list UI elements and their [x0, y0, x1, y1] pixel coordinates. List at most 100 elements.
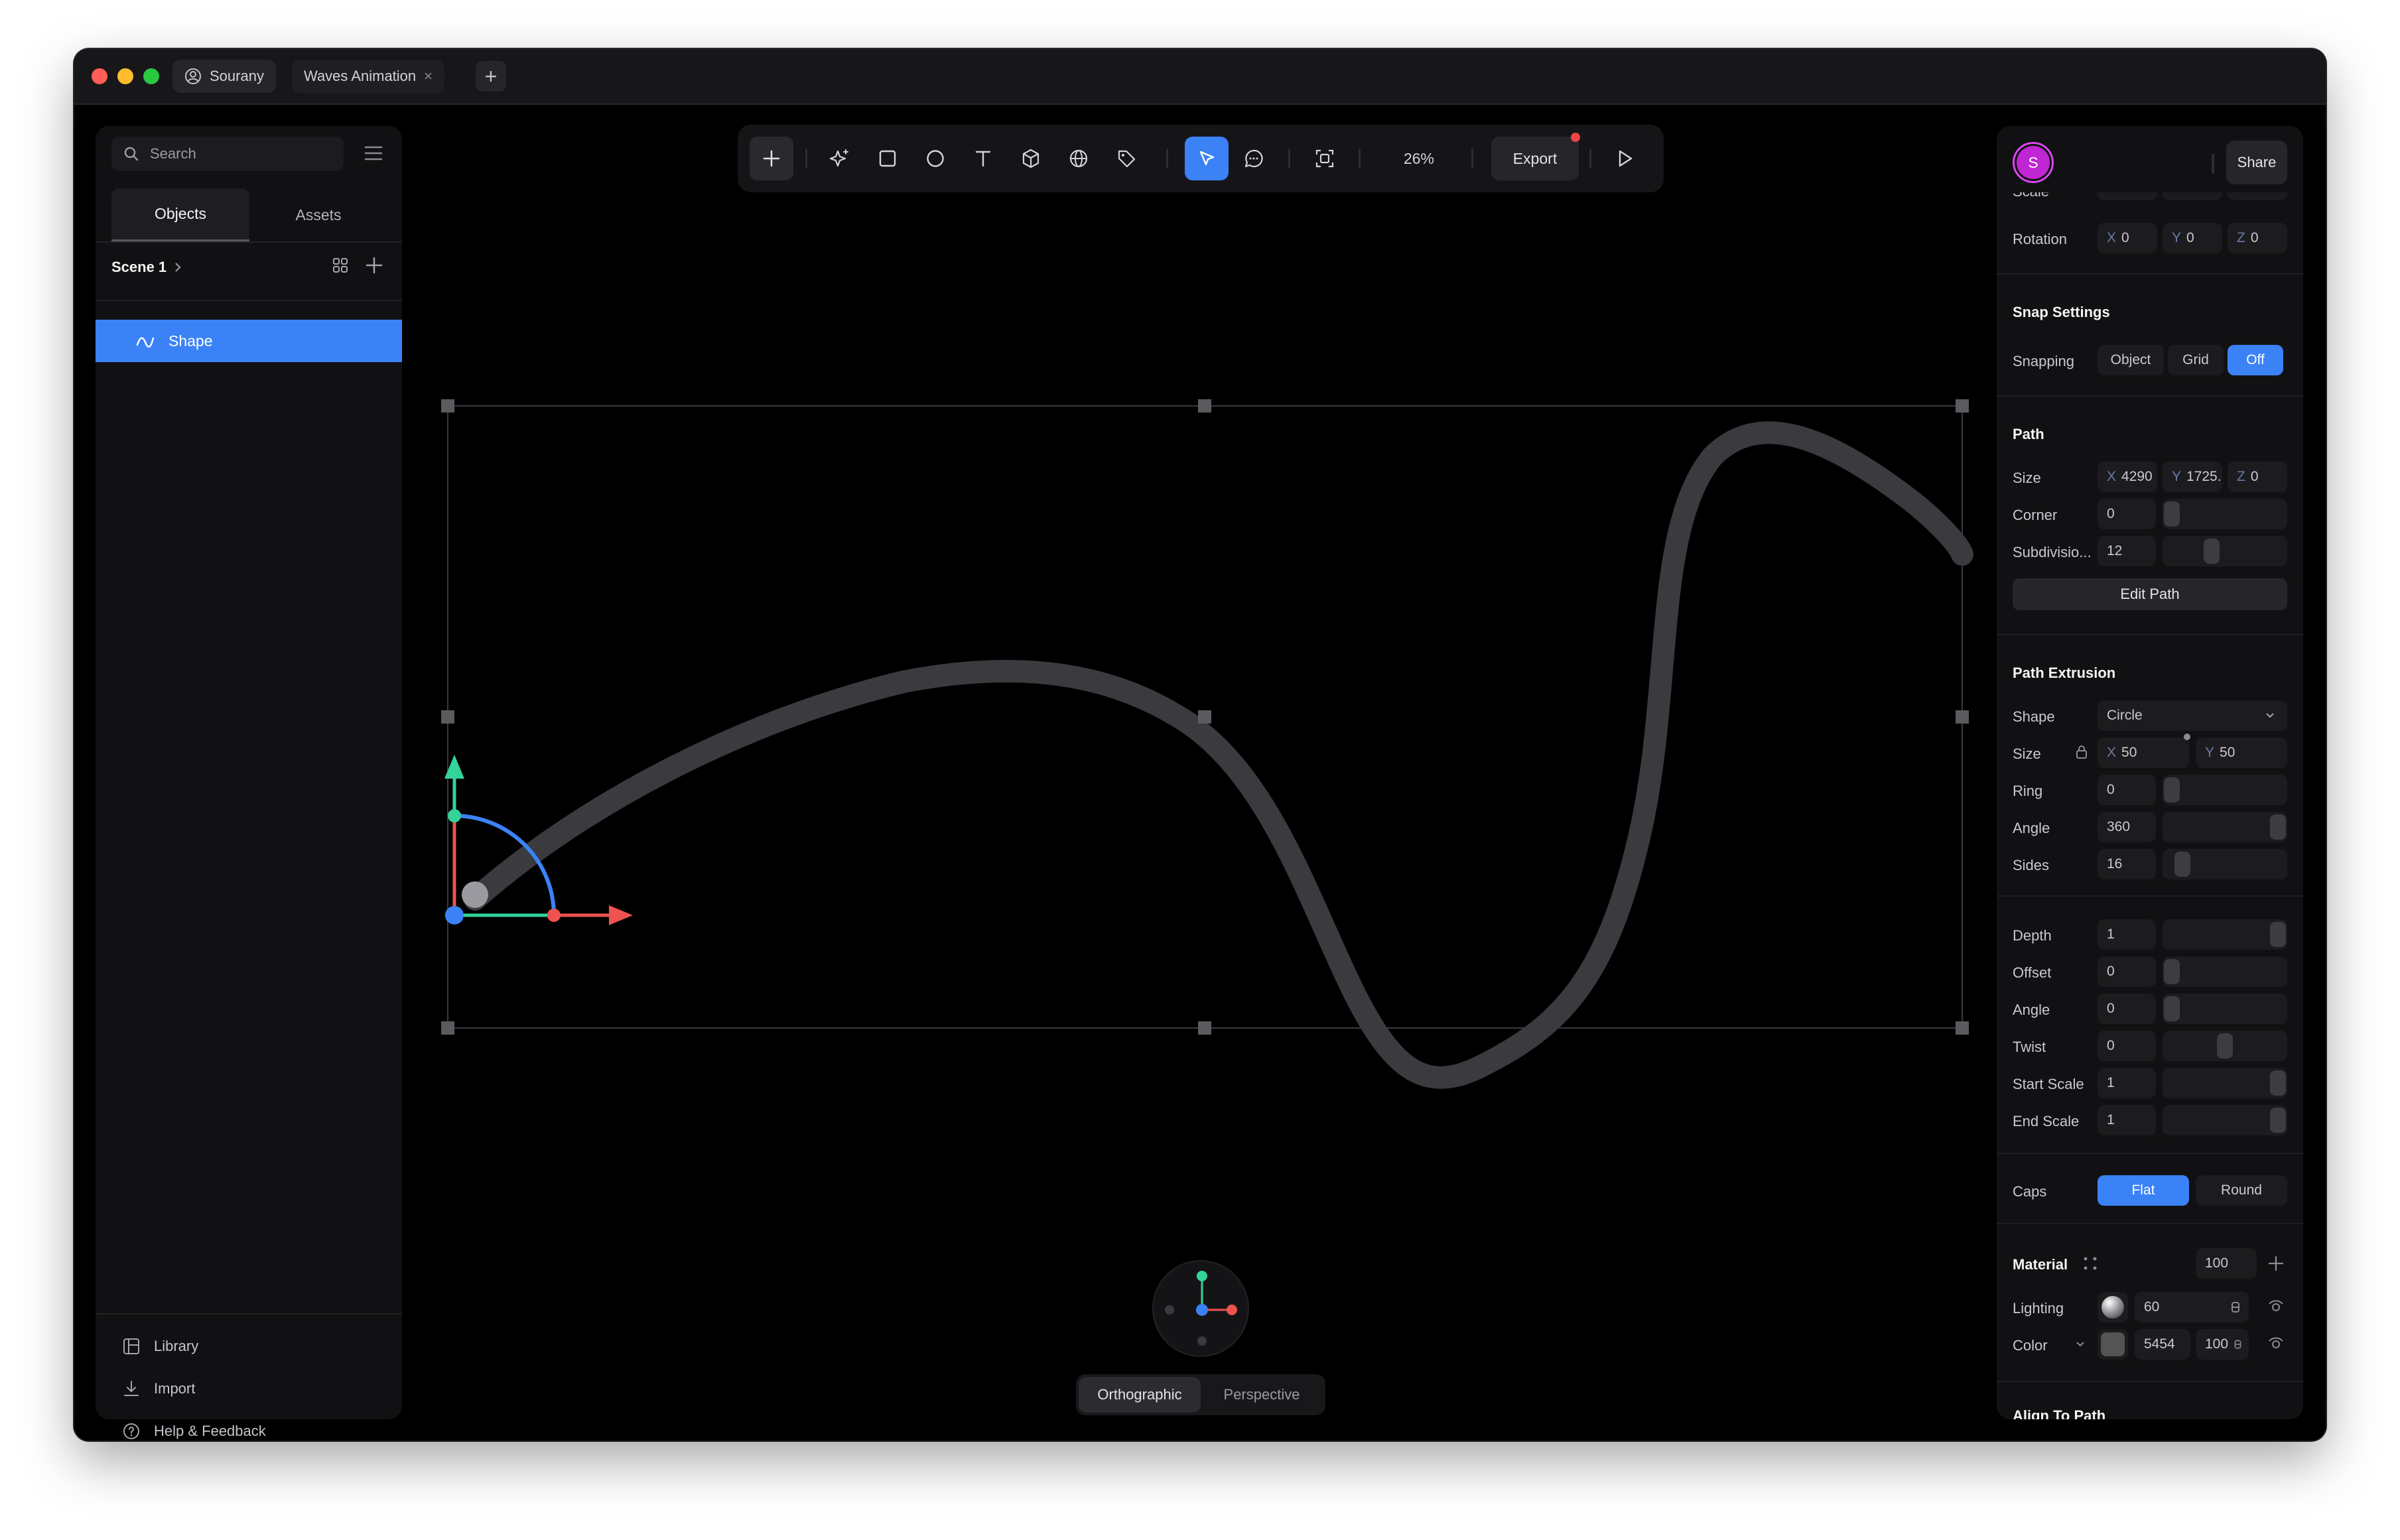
corner-slider[interactable] — [2163, 499, 2287, 529]
select-tool[interactable] — [1185, 137, 1229, 180]
add-button[interactable] — [750, 137, 793, 180]
offset-field[interactable]: 0 — [2098, 956, 2156, 987]
resize-handle[interactable] — [441, 1021, 454, 1035]
frame-tool[interactable] — [1303, 137, 1347, 180]
rectangle-tool[interactable] — [868, 137, 907, 180]
depth-slider[interactable] — [2163, 919, 2287, 950]
scale-z-field[interactable] — [2228, 192, 2287, 200]
resize-handle[interactable] — [441, 710, 454, 724]
color-hex-field[interactable]: 5454 — [2135, 1329, 2190, 1360]
subdivisions-field[interactable]: 12 — [2098, 536, 2156, 566]
ai-tool[interactable] — [820, 137, 860, 180]
end-scale-slider[interactable] — [2163, 1105, 2287, 1135]
slider-knob[interactable] — [2270, 1070, 2286, 1096]
snap-grid-button[interactable]: Grid — [2168, 345, 2224, 375]
sides-slider[interactable] — [2163, 849, 2287, 879]
path-size-x-field[interactable]: X 4290 — [2098, 462, 2157, 492]
lighting-field[interactable]: 60 — [2135, 1292, 2249, 1322]
slider-knob[interactable] — [2164, 996, 2180, 1021]
cube-tool[interactable] — [1011, 137, 1051, 180]
rotation-y-field[interactable]: Y0 — [2163, 223, 2222, 253]
slider-knob[interactable] — [2164, 501, 2180, 527]
close-window-button[interactable] — [92, 68, 107, 84]
corner-field[interactable]: 0 — [2098, 499, 2156, 529]
scale-y-field[interactable] — [2163, 192, 2222, 200]
start-scale-field[interactable]: 1 — [2098, 1068, 2156, 1098]
scale-label: Scale — [2013, 192, 2049, 200]
lighting-sphere-icon[interactable] — [2098, 1292, 2128, 1322]
slider-knob[interactable] — [2164, 777, 2180, 802]
twist-slider[interactable] — [2163, 1031, 2287, 1061]
play-button[interactable] — [1603, 137, 1646, 180]
slider-knob[interactable] — [2270, 1108, 2286, 1133]
angle2-field[interactable]: 0 — [2098, 994, 2156, 1024]
perspective-button[interactable]: Perspective — [1201, 1377, 1323, 1413]
rotation-x-field[interactable]: X0 — [2098, 223, 2157, 253]
snap-object-button[interactable]: Object — [2098, 345, 2164, 375]
ring-slider[interactable] — [2163, 775, 2287, 805]
start-scale-slider[interactable] — [2163, 1068, 2287, 1098]
resize-handle[interactable] — [441, 399, 454, 413]
color-opacity-field[interactable]: 100 — [2196, 1329, 2249, 1360]
sphere-tool[interactable] — [1059, 137, 1099, 180]
slider-knob[interactable] — [2204, 539, 2220, 564]
close-tab-icon[interactable]: × — [424, 68, 433, 85]
material-opacity-field[interactable]: 100 — [2196, 1248, 2257, 1279]
orthographic-button[interactable]: Orthographic — [1079, 1377, 1201, 1413]
maximize-window-button[interactable] — [143, 68, 159, 84]
depth-field[interactable]: 1 — [2098, 919, 2156, 950]
document-tab[interactable]: Waves Animation × — [292, 60, 445, 93]
ellipse-tool[interactable] — [915, 137, 955, 180]
slider-knob[interactable] — [2270, 922, 2286, 947]
workspace-tab[interactable]: Sourany — [172, 60, 276, 93]
tag-tool[interactable] — [1106, 137, 1146, 180]
share-button[interactable]: Share — [2226, 141, 2287, 184]
slider-knob[interactable] — [2164, 959, 2180, 984]
resize-handle[interactable] — [1956, 710, 1969, 724]
text-tool[interactable] — [963, 137, 1003, 180]
visibility-icon[interactable] — [2267, 1299, 2285, 1316]
subdivisions-slider[interactable] — [2163, 536, 2287, 566]
extrusion-shape-select[interactable]: Circle — [2098, 700, 2287, 731]
minimize-window-button[interactable] — [117, 68, 133, 84]
path-size-z-field[interactable]: Z0 — [2228, 462, 2287, 492]
resize-handle[interactable] — [1956, 399, 1969, 413]
add-material-icon[interactable] — [2267, 1255, 2285, 1272]
angle-field[interactable]: 360 — [2098, 812, 2156, 842]
new-tab-button[interactable]: + — [476, 61, 506, 92]
sides-field[interactable]: 16 — [2098, 849, 2156, 879]
comment-tool[interactable] — [1234, 137, 1274, 180]
slider-knob[interactable] — [2270, 814, 2286, 840]
export-button[interactable]: Export — [1491, 137, 1579, 180]
ring-field[interactable]: 0 — [2098, 775, 2156, 805]
color-swatch[interactable] — [2098, 1329, 2128, 1360]
visibility-icon[interactable] — [2267, 1336, 2285, 1353]
twist-field[interactable]: 0 — [2098, 1031, 2156, 1061]
path-size-y-field[interactable]: Y 1725.! — [2163, 462, 2222, 492]
orientation-gizmo[interactable] — [1152, 1260, 1249, 1357]
slider-knob[interactable] — [2217, 1033, 2233, 1059]
snap-off-button[interactable]: Off — [2228, 345, 2283, 375]
resize-handle[interactable] — [1198, 1021, 1211, 1035]
edit-path-button[interactable]: Edit Path — [2013, 578, 2287, 610]
extrusion-size-y-field[interactable]: Y 50 — [2196, 738, 2287, 768]
viewport-canvas[interactable] — [74, 105, 2326, 1441]
caps-flat-button[interactable]: Flat — [2098, 1175, 2189, 1206]
chevron-down-icon[interactable] — [2075, 1340, 2086, 1349]
material-presets-icon[interactable] — [2082, 1255, 2099, 1272]
extrusion-size-x-field[interactable]: X 50 — [2098, 738, 2189, 768]
offset-slider[interactable] — [2163, 956, 2287, 987]
scale-x-field[interactable] — [2098, 192, 2157, 200]
angle2-slider[interactable] — [2163, 994, 2287, 1024]
resize-handle[interactable] — [1198, 710, 1211, 724]
zoom-level[interactable]: 26% — [1376, 137, 1462, 180]
lock-icon[interactable] — [2075, 744, 2088, 760]
rotation-z-field[interactable]: Z0 — [2228, 223, 2287, 253]
angle-slider[interactable] — [2163, 812, 2287, 842]
caps-round-button[interactable]: Round — [2196, 1175, 2287, 1206]
slider-knob[interactable] — [2174, 852, 2190, 877]
resize-handle[interactable] — [1198, 399, 1211, 413]
resize-handle[interactable] — [1956, 1021, 1969, 1035]
end-scale-field[interactable]: 1 — [2098, 1105, 2156, 1135]
avatar[interactable]: S — [2013, 142, 2054, 183]
